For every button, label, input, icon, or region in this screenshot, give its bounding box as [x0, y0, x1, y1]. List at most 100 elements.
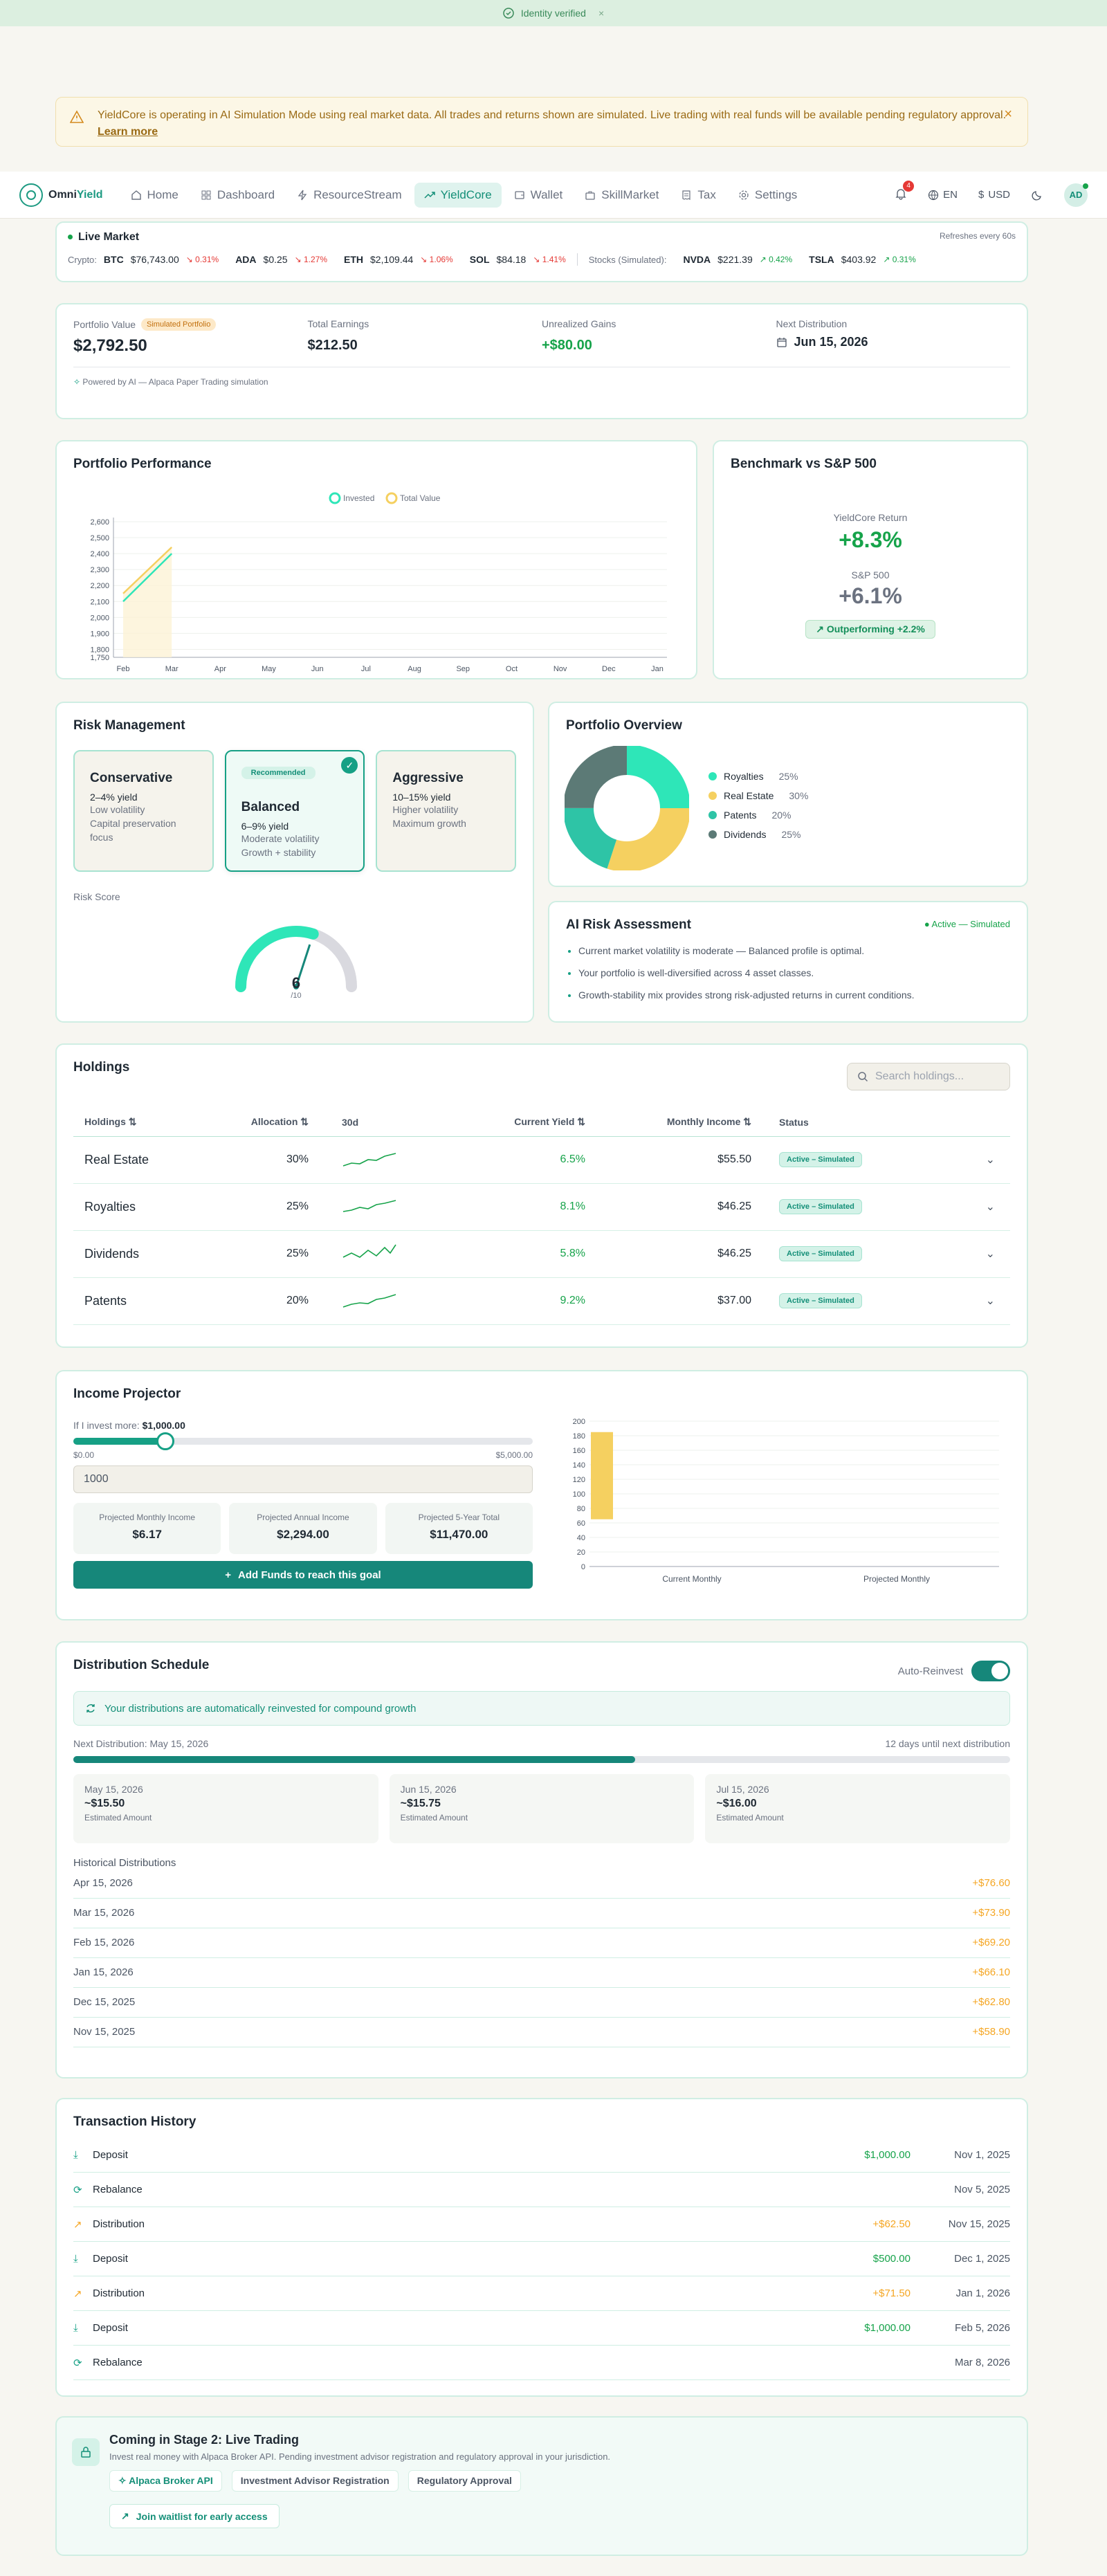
holding-name: Royalties — [73, 1183, 219, 1231]
auto-reinvest-toggle[interactable] — [971, 1661, 1010, 1681]
check-icon: ✓ — [341, 757, 358, 774]
ticker-price: $76,743.00 — [130, 254, 179, 265]
investment-slider[interactable] — [73, 1432, 533, 1450]
investment-amount-input[interactable]: 1000 — [73, 1465, 533, 1493]
projector-title: Income Projector — [73, 1387, 181, 1401]
holding-name: Patents — [73, 1277, 219, 1325]
total-earnings-stat: Total Earnings $212.50 — [308, 318, 542, 356]
ticker-price: $221.39 — [717, 254, 753, 265]
nav-home[interactable]: Home — [121, 183, 188, 208]
outperforming-badge: ↗ Outperforming +2.2% — [805, 620, 935, 639]
tx-amount: +$71.50 — [872, 2287, 911, 2299]
language-selector[interactable]: EN — [928, 189, 958, 201]
history-amount: +$73.90 — [972, 1907, 1010, 1919]
nav-dashboard[interactable]: Dashboard — [191, 183, 284, 208]
y-tick-label: 2,500 — [90, 534, 109, 542]
ticker-row: Crypto: BTC $76,743.00 ↘ 0.31% ADA $0.25 ↘ 1… — [68, 253, 1016, 266]
globe-icon — [928, 190, 939, 200]
verified-banner: Identity verified × — [0, 0, 1107, 26]
list-item: ⟳ Rebalance Mar 8, 2026 — [73, 2346, 1010, 2380]
column-header-holdings[interactable]: Holdings ⇅ — [73, 1108, 219, 1137]
table-row[interactable]: Royalties 25% 8.1% $46.25 Active – Simul… — [73, 1183, 1010, 1231]
app-logo[interactable]: OmniYield — [19, 183, 103, 207]
holding-income: $46.25 — [613, 1183, 779, 1231]
upcoming-label: Estimated Amount — [716, 1813, 784, 1823]
next-distribution-stat: Next Distribution Jun 15, 2026 — [776, 318, 1011, 356]
nav-skillmarket[interactable]: SkillMarket — [575, 183, 668, 208]
performance-chart: Invested Total Value 2,600 2,500 2,400 2,300 2… — [90, 492, 667, 673]
risk-option-desc: Maximum growth — [392, 818, 466, 829]
nav-settings[interactable]: Settings — [729, 183, 807, 208]
column-header-allocation[interactable]: Allocation ⇅ — [219, 1108, 336, 1137]
tx-date: Mar 8, 2026 — [954, 2357, 1010, 2368]
allocation-donut-chart — [565, 746, 689, 870]
currency-label: USD — [988, 189, 1010, 201]
reinvest-info: Your distributions are automatically rei… — [73, 1691, 1010, 1726]
legend-item: Real Estate 30% — [708, 790, 808, 801]
search-input[interactable]: Search holdings... — [847, 1063, 1010, 1090]
close-alert-button[interactable]: × — [1004, 106, 1012, 122]
avatar[interactable]: AD — [1064, 183, 1088, 207]
ticker-symbol: SOL — [469, 254, 490, 265]
sparkline — [342, 1244, 396, 1258]
nav-tax[interactable]: Tax — [671, 183, 725, 208]
chevron-down-icon[interactable]: ⌄ — [982, 1183, 1010, 1231]
allocation-legend: Royalties 25% Real Estate 30% Patents 20% D… — [708, 771, 808, 848]
history-amount: +$76.60 — [972, 1877, 1010, 1889]
table-row[interactable]: Dividends 25% 5.8% $46.25 Active – Simul… — [73, 1230, 1010, 1278]
y-tick-label: 60 — [577, 1519, 585, 1528]
risk-option-aggressive[interactable]: Aggressive 10–15% yield Higher volatilit… — [376, 750, 517, 872]
refresh-icon: ⟳ — [73, 2357, 82, 2369]
column-header-income[interactable]: Monthly Income ⇅ — [613, 1108, 779, 1137]
legend-swatch — [708, 830, 717, 839]
status-badge: Active – Simulated — [779, 1199, 862, 1214]
history-date: Nov 15, 2025 — [73, 2026, 136, 2038]
nav-resourcestream[interactable]: ResourceStream — [287, 183, 412, 208]
chevron-down-icon[interactable]: ⌄ — [982, 1136, 1010, 1184]
currency-selector[interactable]: $ USD — [978, 189, 1010, 201]
x-tick-label: Oct — [506, 665, 518, 673]
learn-more-link[interactable]: Learn more — [98, 126, 158, 138]
x-tick-label: Mar — [165, 665, 179, 673]
notifications-button[interactable]: 4 — [895, 180, 915, 203]
feature-tag: Regulatory Approval — [408, 2470, 521, 2492]
tx-type: Deposit — [93, 2253, 128, 2265]
benchmark-title: Benchmark vs S&P 500 — [731, 457, 877, 471]
add-funds-button[interactable]: + Add Funds to reach this goal — [73, 1561, 533, 1589]
notification-count-badge: 4 — [903, 180, 915, 192]
chevron-down-icon[interactable]: ⌄ — [982, 1277, 1010, 1325]
x-tick-label: Apr — [214, 665, 226, 673]
nav-yieldcore[interactable]: YieldCore — [414, 182, 502, 208]
column-header-yield[interactable]: Current Yield ⇅ — [461, 1108, 613, 1137]
legend-item: Dividends 25% — [708, 829, 808, 840]
table-row[interactable]: Real Estate 30% 6.5% $55.50 Active – Sim… — [73, 1136, 1010, 1184]
y-tick-label: 100 — [573, 1490, 585, 1499]
transactions-title: Transaction History — [73, 2114, 196, 2129]
portfolio-value: $2,792.50 — [73, 336, 147, 355]
holding-allocation: 25% — [219, 1230, 336, 1278]
invest-label: If I invest more: — [73, 1420, 140, 1431]
legend-item: Royalties 25% — [708, 771, 808, 782]
tx-date: Nov 5, 2025 — [954, 2184, 1010, 2195]
close-banner-button[interactable]: × — [598, 8, 604, 19]
briefcase-icon — [585, 191, 595, 200]
nav-dashboard-label: Dashboard — [217, 188, 275, 201]
risk-option-conservative[interactable]: Conservative 2–4% yield Low volatility C… — [73, 750, 214, 872]
chevron-down-icon[interactable]: ⌄ — [982, 1230, 1010, 1278]
y-tick-label: 80 — [577, 1505, 585, 1513]
simulation-alert: YieldCore is operating in AI Simulation … — [55, 97, 1028, 147]
unrealized-gains-value: +$80.00 — [542, 338, 592, 353]
join-waitlist-button[interactable]: ↗ Join waitlist for early access — [109, 2504, 280, 2528]
risk-option-balanced[interactable]: Recommended ✓ Balanced 6–9% yield Modera… — [224, 750, 365, 872]
nav-wallet[interactable]: Wallet — [504, 183, 573, 208]
unrealized-gains-stat: Unrealized Gains +$80.00 — [542, 318, 776, 356]
next-distribution-label: Next Distribution — [776, 318, 848, 329]
holding-income: $55.50 — [613, 1136, 779, 1184]
table-row[interactable]: Patents 20% 9.2% $37.00 Active – Simulat… — [73, 1277, 1010, 1325]
moon-icon[interactable] — [1031, 189, 1043, 201]
y-tick-label: 2,000 — [90, 614, 109, 622]
upcoming-distribution-card: Jul 15, 2026 ~$16.00 Estimated Amount — [705, 1774, 1011, 1843]
ticker-symbol: TSLA — [809, 254, 834, 265]
risk-option-desc: Capital preservation focus — [90, 818, 176, 843]
slider-thumb[interactable] — [156, 1432, 174, 1450]
